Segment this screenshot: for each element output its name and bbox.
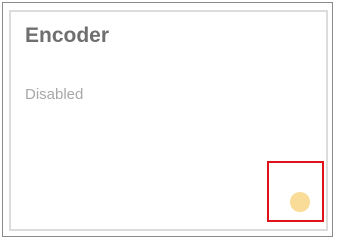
card-title: Encoder [25, 24, 110, 47]
status-dot-icon[interactable] [290, 192, 310, 212]
card-status-text: Disabled [25, 86, 84, 103]
highlight-box [267, 161, 324, 222]
